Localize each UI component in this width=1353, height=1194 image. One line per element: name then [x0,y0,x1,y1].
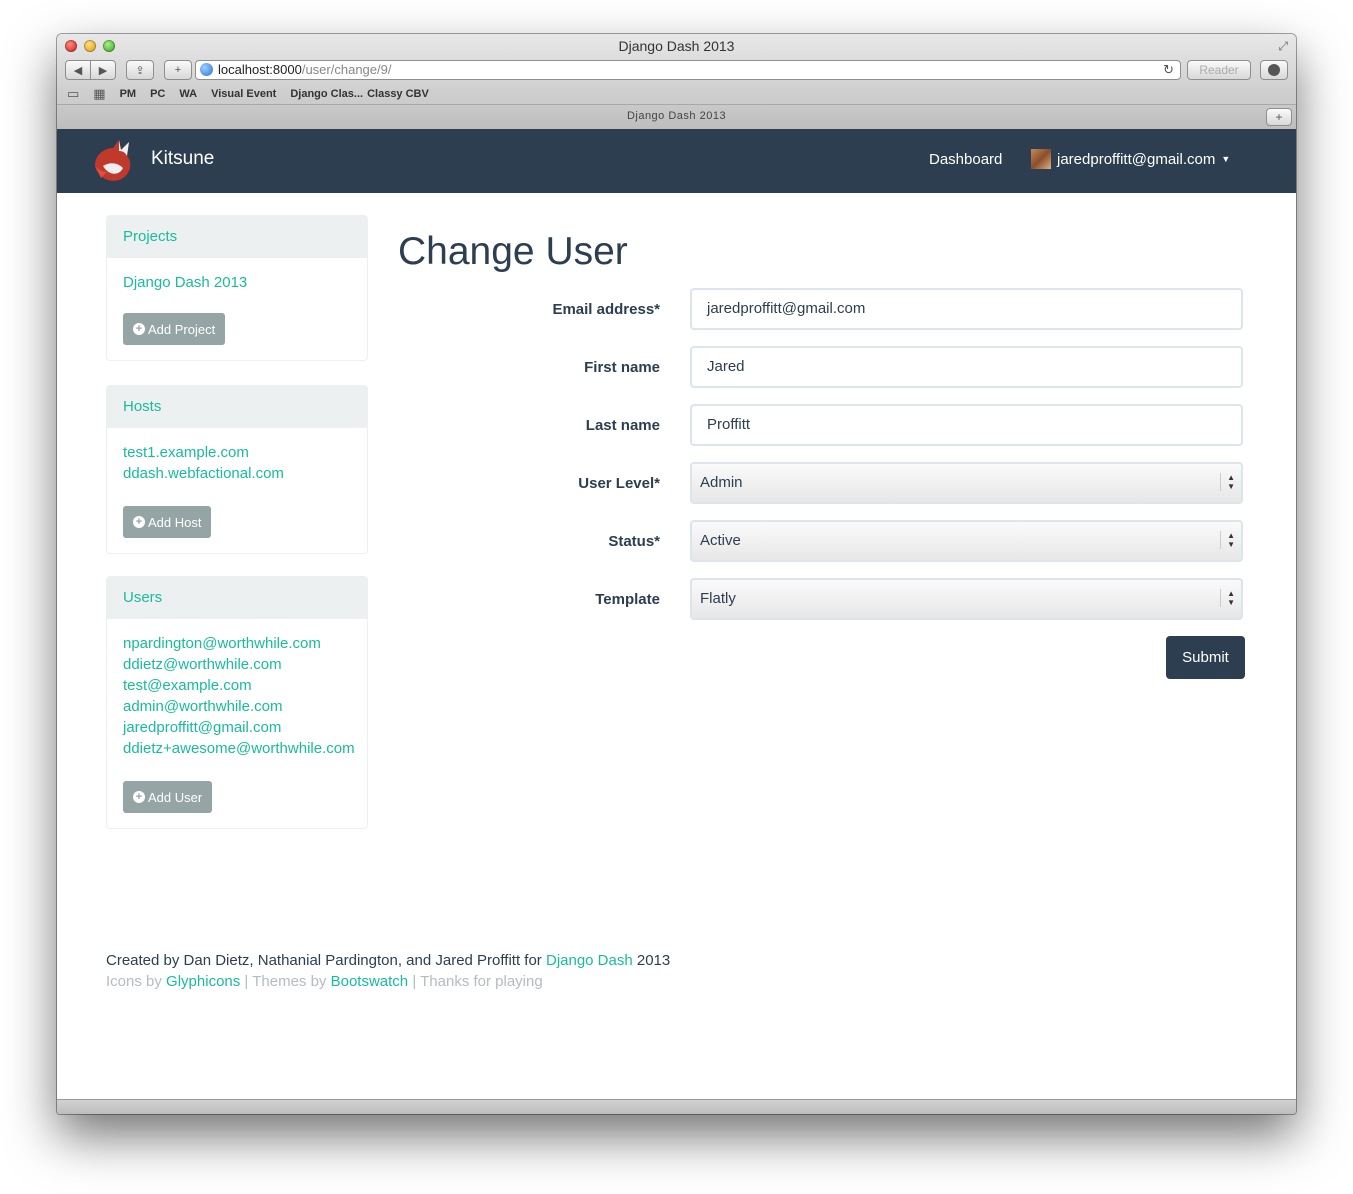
glyphicons-link[interactable]: Glyphicons [166,973,240,990]
user-link[interactable]: ddietz@worthwhile.com [123,654,351,675]
first-name-field[interactable]: Jared [690,346,1243,388]
tab-title[interactable]: Django Dash 2013 [57,110,1296,122]
status-label: Status* [608,533,660,550]
template-value: Flatly [700,590,736,607]
select-arrows-icon: ▲ ▼ [1220,473,1235,491]
forward-button[interactable]: ▶ [90,60,116,80]
reading-list-icon[interactable]: ▭ [67,86,79,102]
user-link[interactable]: test@example.com [123,675,351,696]
downloads-button[interactable] [1260,60,1288,80]
address-bar[interactable]: localhost:8000/user/change/9/ ↻ [195,60,1181,80]
browser-status-bar [57,1099,1296,1114]
user-level-label: User Level* [578,475,660,492]
bookmark-item[interactable]: Visual Event [211,88,276,100]
footer-separator: | [412,973,417,990]
thanks-text: Thanks for playing [420,973,543,990]
window-title: Django Dash 2013 [618,38,735,54]
reader-button[interactable]: Reader [1187,60,1251,80]
status-value: Active [700,532,741,549]
download-icon [1268,64,1280,76]
top-sites-icon[interactable]: ▦ [93,86,105,102]
themes-prefix: Themes by [252,973,327,990]
hosts-panel-heading[interactable]: Hosts [107,386,367,428]
add-host-label: Add Host [148,514,202,530]
share-icon: ⇪ [135,64,145,77]
select-arrows-icon: ▲ ▼ [1220,589,1235,607]
globe-icon [200,63,213,76]
user-link[interactable]: npardington@worthwhile.com [123,633,351,654]
footer-credits: Created by Dan Dietz, Nathanial Pardingt… [106,952,670,969]
template-select[interactable]: Flatly ▲ ▼ [690,578,1243,620]
user-menu-email: jaredproffitt@gmail.com [1057,150,1216,168]
back-button[interactable]: ◀ [65,60,91,80]
add-bookmark-button[interactable]: + [164,60,192,80]
submit-button[interactable]: Submit [1166,636,1245,679]
user-level-value: Admin [700,474,743,491]
host-link[interactable]: ddash.webfactional.com [123,463,351,484]
user-link[interactable]: ddietz+awesome@worthwhile.com [123,738,355,759]
host-link[interactable]: test1.example.com [123,442,351,463]
add-host-button[interactable]: + Add Host [123,506,212,538]
first-name-label: First name [584,359,660,376]
add-project-button[interactable]: + Add Project [123,313,226,345]
plus-circle-icon: + [133,791,145,803]
user-link[interactable]: admin@worthwhile.com [123,696,351,717]
page-title: Change User [398,230,628,273]
new-tab-button[interactable]: + [1266,108,1292,126]
users-panel-heading[interactable]: Users [107,577,367,619]
bookmark-item[interactable]: Django Clas... [290,88,363,100]
projects-panel: Projects Django Dash 2013 + Add Project [106,215,368,361]
user-link[interactable]: jaredproffitt@gmail.com [123,717,351,738]
avatar [1031,149,1051,169]
user-menu[interactable]: jaredproffitt@gmail.com ▼ [1031,149,1230,169]
tab-strip: Django Dash 2013 + [57,104,1296,130]
url-host: localhost:8000 [218,62,302,77]
add-project-label: Add Project [148,321,216,337]
bookmark-item[interactable]: PM [120,88,137,100]
plus-circle-icon: + [133,323,145,335]
credits-suffix: 2013 [636,952,671,969]
hosts-panel: Hosts test1.example.com ddash.webfaction… [106,385,368,554]
forward-arrow-icon: ▶ [98,64,108,77]
app-navbar: Kitsune Dashboard jaredproffitt@gmail.co… [57,129,1296,193]
nav-dashboard-link[interactable]: Dashboard [929,151,1002,168]
bootswatch-link[interactable]: Bootswatch [331,973,409,990]
url-path: /user/change/9/ [301,62,392,77]
navigation-buttons: ◀ ▶ ⇪ + [65,60,192,80]
plus-icon: + [174,64,182,76]
users-panel: Users npardington@worthwhile.com ddietz@… [106,576,368,829]
caret-down-icon: ▼ [1221,154,1231,164]
fullscreen-icon[interactable]: ⤢ [1278,39,1288,54]
browser-chrome: Django Dash 2013 ⤢ ◀ ▶ ⇪ + localhost:800… [57,34,1296,130]
add-user-label: Add User [148,789,203,805]
projects-panel-heading[interactable]: Projects [107,216,367,258]
add-user-button[interactable]: + Add User [123,781,213,813]
brand-name[interactable]: Kitsune [151,148,214,170]
footer-attributions: Icons by Glyphicons | Themes by Bootswat… [106,973,543,990]
last-name-label: Last name [585,417,660,434]
bookmark-item[interactable]: Classy CBV [367,88,429,100]
kitsune-logo-icon[interactable] [89,136,139,186]
footer-separator: | [244,973,249,990]
plus-icon: + [1275,110,1283,124]
credits-prefix: Created by Dan Dietz, Nathanial Pardingt… [106,952,542,969]
bookmark-item[interactable]: WA [179,88,197,100]
status-select[interactable]: Active ▲ ▼ [690,520,1243,562]
select-arrows-icon: ▲ ▼ [1220,531,1235,549]
share-button[interactable]: ⇪ [126,60,154,80]
bookmarks-bar: ▭ ▦ PM PC WA Visual Event Django Clas...… [67,86,429,102]
plus-circle-icon: + [133,516,145,528]
browser-window: Django Dash 2013 ⤢ ◀ ▶ ⇪ + localhost:800… [57,34,1296,1114]
last-name-field[interactable]: Proffitt [690,404,1243,446]
back-arrow-icon: ◀ [73,64,83,77]
icons-prefix: Icons by [106,973,162,990]
user-level-select[interactable]: Admin ▲ ▼ [690,462,1243,504]
django-dash-link[interactable]: Django Dash [546,952,633,969]
template-label: Template [595,591,660,608]
project-link[interactable]: Django Dash 2013 [123,272,351,293]
email-field[interactable]: jaredproffitt@gmail.com [690,288,1243,330]
reload-icon[interactable]: ↻ [1163,61,1174,79]
bookmark-item[interactable]: PC [150,88,165,100]
email-label: Email address* [552,301,660,318]
